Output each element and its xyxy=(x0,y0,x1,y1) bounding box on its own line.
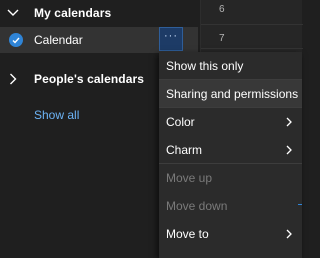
menu-item-charm[interactable]: Charm xyxy=(159,136,302,163)
menu-item-sharing-and-permissions[interactable]: Sharing and permissions xyxy=(159,80,302,107)
chevron-down-icon xyxy=(6,6,20,20)
calendar-item-label: Calendar xyxy=(34,33,83,47)
menu-item-move-to[interactable]: Move to xyxy=(159,220,302,247)
chevron-right-icon xyxy=(284,144,294,156)
menu-item-label: Move to xyxy=(166,226,209,241)
my-calendars-header[interactable]: My calendars xyxy=(0,0,200,26)
more-icon: ··· xyxy=(164,30,178,42)
menu-item-label: Charm xyxy=(166,142,203,157)
chevron-right-icon xyxy=(284,116,294,128)
show-all-link[interactable]: Show all xyxy=(34,108,79,122)
chevron-right-icon xyxy=(6,72,20,86)
menu-item-show-this-only[interactable]: Show this only xyxy=(159,52,302,79)
accent-marker xyxy=(298,204,302,205)
menu-item-label: Color xyxy=(166,114,195,129)
context-menu: Show this only Sharing and permissions C… xyxy=(159,52,302,258)
chevron-right-icon xyxy=(284,228,294,240)
menu-item-label: Move up xyxy=(166,170,213,185)
menu-item-move-down: Move down xyxy=(159,192,302,219)
date-number: 7 xyxy=(219,33,225,44)
checkmark-icon[interactable] xyxy=(9,33,23,47)
peoples-calendars-label: People's calendars xyxy=(34,72,145,86)
menu-item-label: Move down xyxy=(166,198,228,213)
grid-line xyxy=(201,24,303,25)
menu-item-move-up: Move up xyxy=(159,164,302,191)
menu-item-label: Show this only xyxy=(166,58,244,73)
date-number: 6 xyxy=(219,4,225,15)
grid-line xyxy=(201,48,303,49)
my-calendars-label: My calendars xyxy=(34,6,112,20)
menu-item-label: Sharing and permissions xyxy=(166,86,299,101)
more-options-button[interactable]: ··· xyxy=(159,27,183,51)
menu-item-color[interactable]: Color xyxy=(159,108,302,135)
